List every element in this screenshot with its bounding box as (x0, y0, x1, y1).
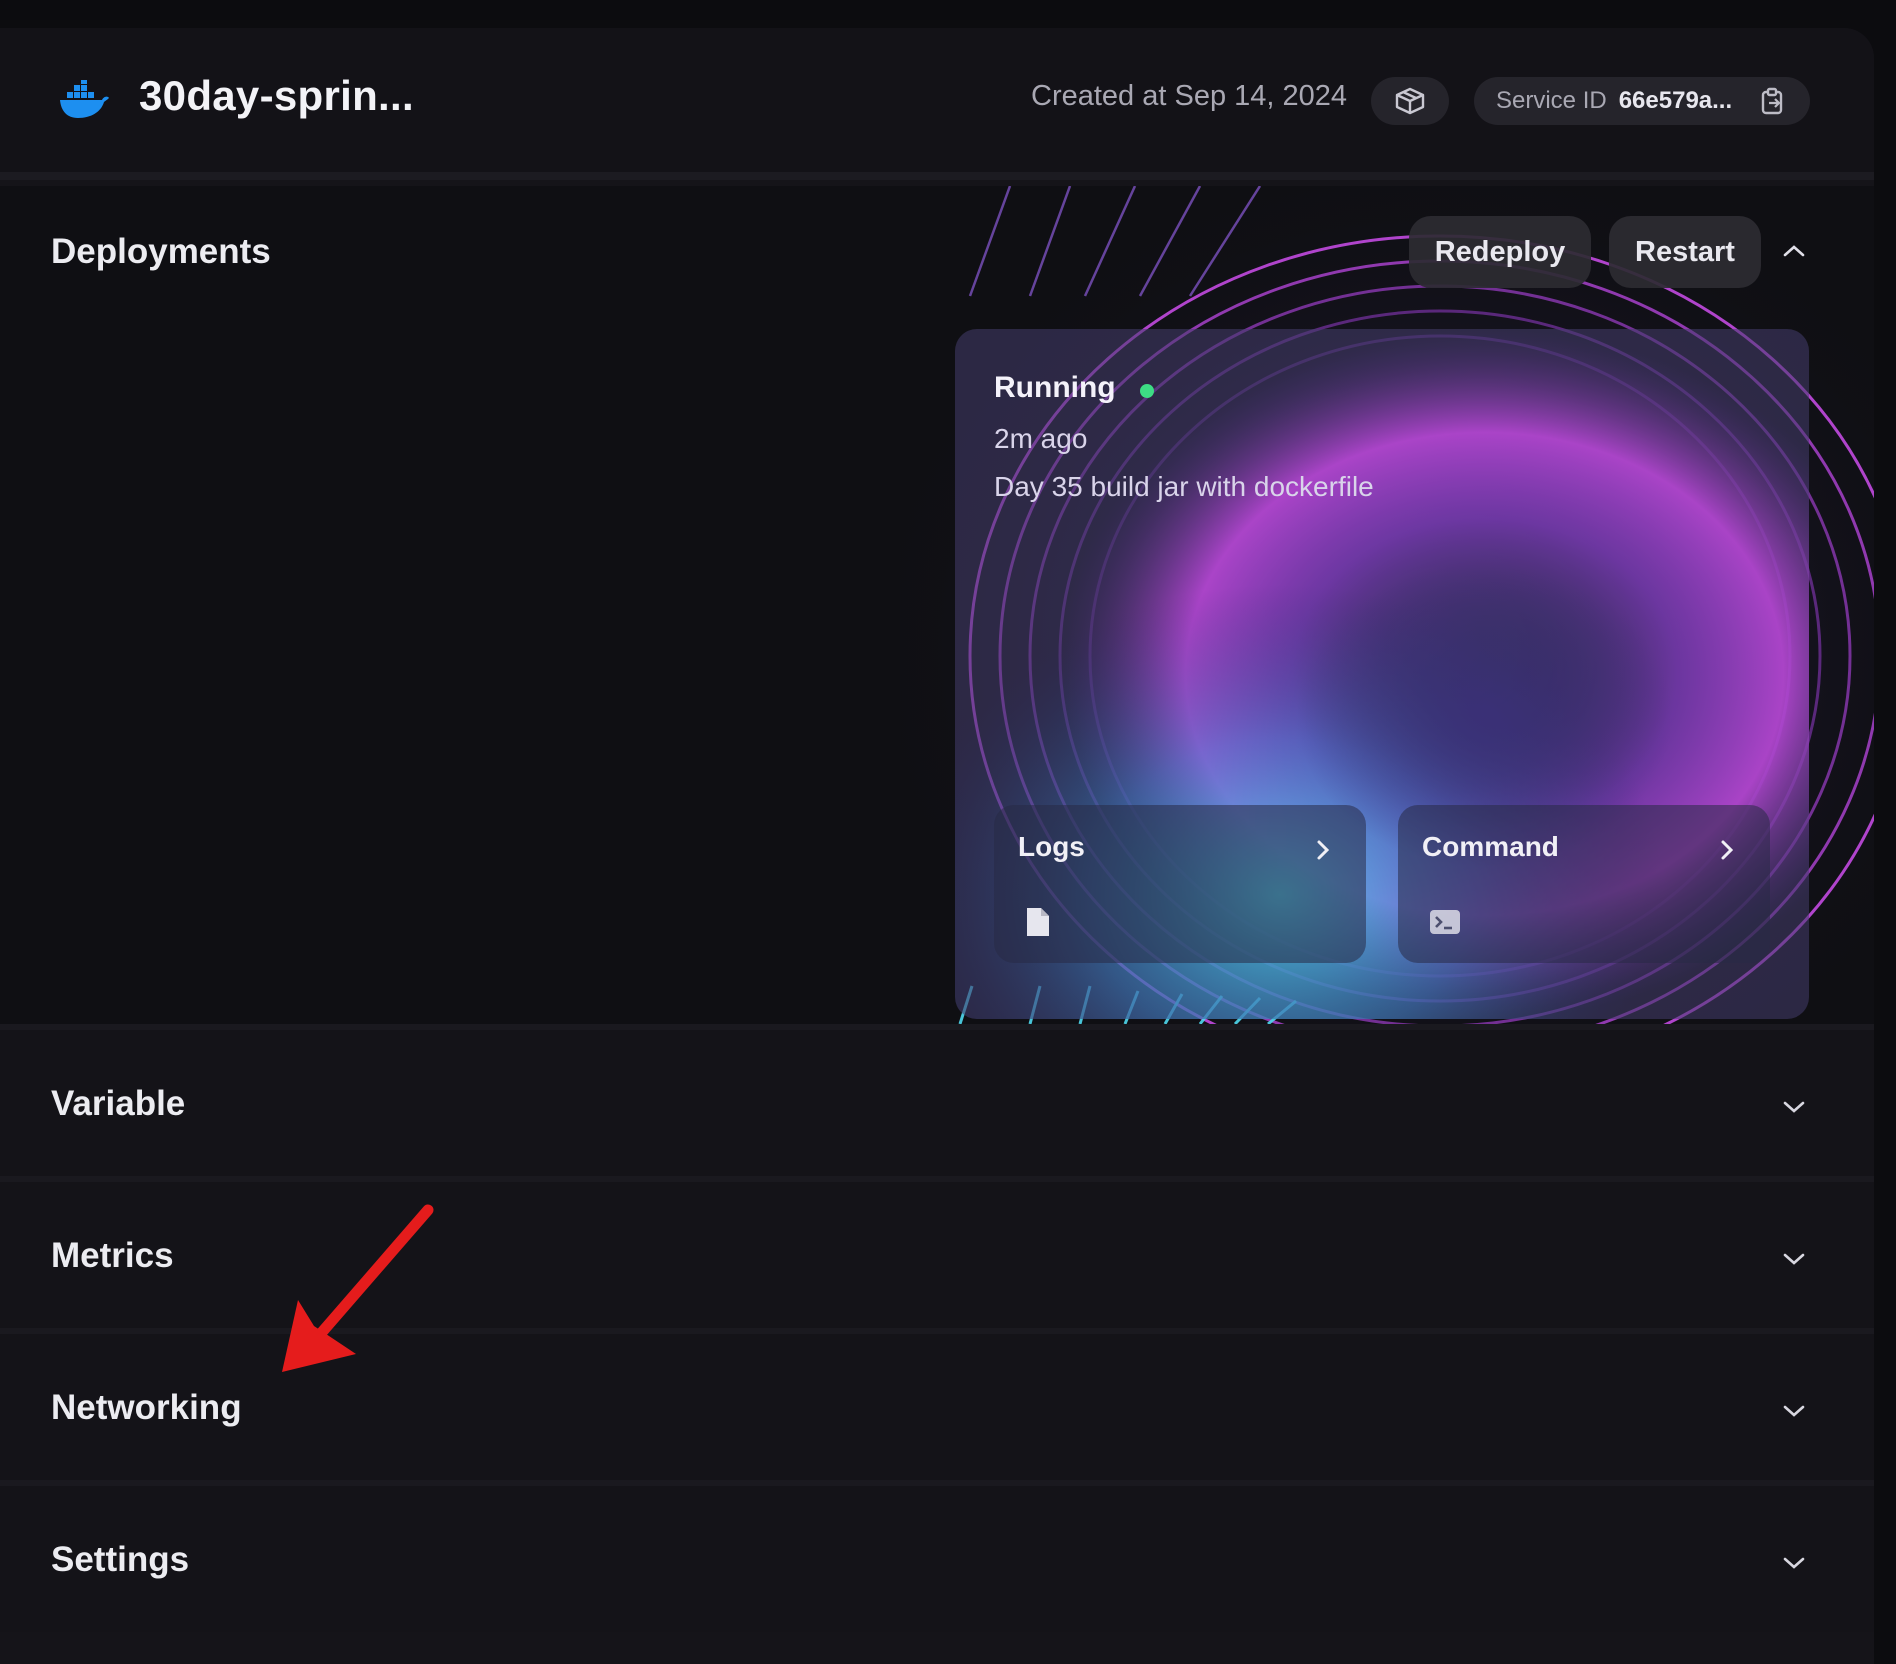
created-at-text: Created at Sep 14, 2024 (1031, 80, 1348, 112)
chevron-up-icon[interactable] (1779, 239, 1809, 263)
chevron-right-icon (1317, 840, 1330, 860)
metrics-title: Metrics (51, 1236, 174, 1275)
deployment-status: Running (994, 371, 1116, 404)
logs-tile[interactable]: Logs (994, 805, 1366, 963)
service-id-label: Service ID (1496, 87, 1607, 114)
copy-icon[interactable] (1760, 87, 1786, 115)
deployment-time: 2m ago (994, 423, 1088, 454)
chevron-right-icon (1721, 840, 1734, 860)
command-label: Command (1422, 831, 1559, 862)
terminal-icon (1430, 910, 1460, 934)
redeploy-button[interactable]: Redeploy (1409, 216, 1591, 288)
service-panel: 30day-sprin... Created at Sep 14, 2024 S… (0, 28, 1874, 1664)
chevron-down-icon[interactable] (1780, 1552, 1808, 1574)
deployments-title: Deployments (51, 232, 271, 271)
variable-title: Variable (51, 1084, 186, 1123)
service-header: 30day-sprin... Created at Sep 14, 2024 S… (0, 28, 1874, 180)
status-indicator (1140, 384, 1154, 398)
document-icon (1027, 908, 1049, 936)
chevron-down-icon[interactable] (1780, 1400, 1808, 1422)
annotation-arrow-icon (282, 1204, 434, 1372)
service-id-value: 66e579a... (1618, 87, 1733, 114)
chevron-down-icon[interactable] (1780, 1096, 1808, 1118)
service-name: 30day-sprin... (139, 72, 414, 119)
command-tile[interactable]: Command (1398, 805, 1770, 963)
service-id-pill: Service ID 66e579a... (1474, 77, 1810, 125)
networking-title: Networking (51, 1388, 242, 1427)
deployments-section: Deployments Redeploy Restart Running 2m … (0, 186, 1874, 1024)
settings-section[interactable]: Settings (0, 1480, 1874, 1632)
logs-label: Logs (1018, 831, 1085, 862)
settings-title: Settings (51, 1540, 190, 1579)
package-button[interactable] (1371, 77, 1449, 125)
variable-section[interactable]: Variable (0, 1024, 1874, 1176)
commit-message: Day 35 build jar with dockerfile (994, 471, 1374, 502)
restart-button[interactable]: Restart (1609, 216, 1761, 288)
docker-logo-icon (60, 80, 109, 118)
chevron-down-icon[interactable] (1780, 1248, 1808, 1270)
package-icon (1395, 87, 1425, 115)
